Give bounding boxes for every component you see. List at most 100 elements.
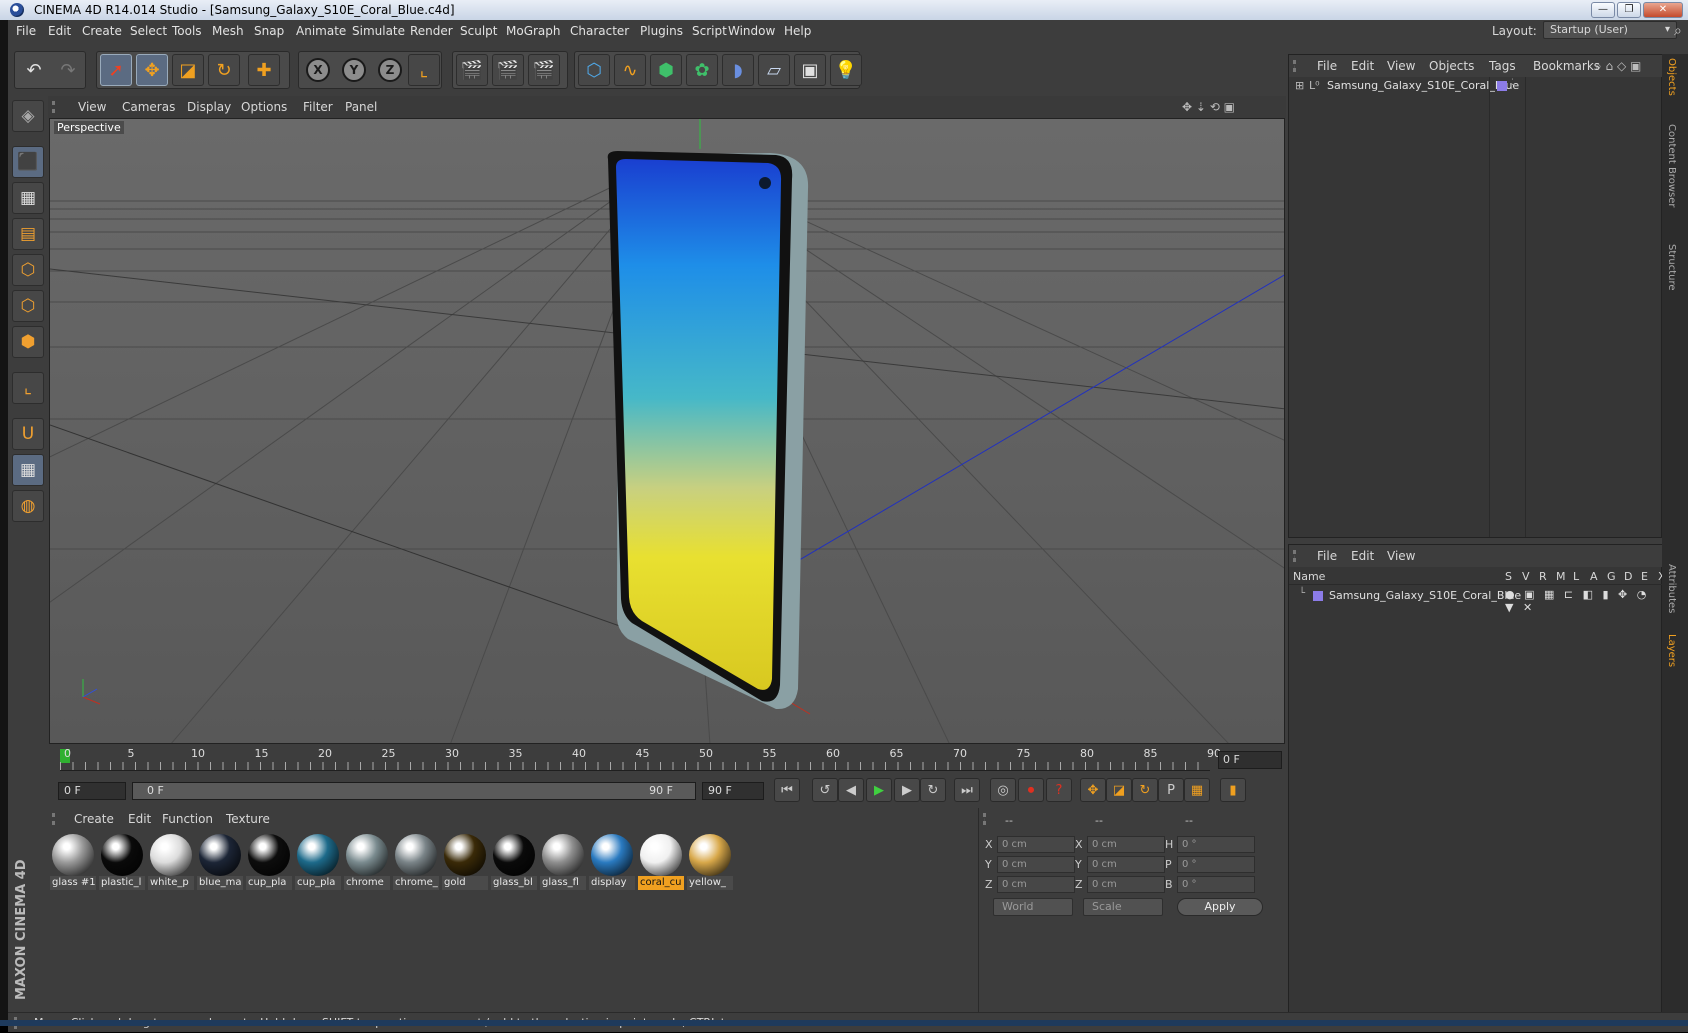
start-frame-field[interactable]: 0 F xyxy=(58,782,126,800)
material-swatch[interactable]: cup_pla xyxy=(246,832,292,890)
material-swatch[interactable]: display xyxy=(589,832,635,890)
object-name[interactable]: Samsung_Galaxy_S10E_Coral_Blue xyxy=(1327,79,1519,92)
next-frame-icon[interactable]: ▶ xyxy=(894,778,920,802)
floor-icon[interactable]: ▱ xyxy=(758,54,790,86)
layer-column-header[interactable]: R xyxy=(1539,570,1547,583)
material-swatch[interactable]: glass_bl xyxy=(491,832,537,890)
menu-window[interactable]: Window xyxy=(728,24,775,38)
coord-value-field[interactable]: 0 cm xyxy=(997,856,1075,873)
side-tab-content-browser[interactable]: Content Browser xyxy=(1666,124,1677,207)
obj-search-icons[interactable]: ⌕ ⌂ ◇ ▣ xyxy=(1595,59,1641,74)
material-swatch[interactable]: coral_cu xyxy=(638,832,684,890)
layer-row[interactable]: └ Samsung_Galaxy_S10E_Coral_Blue ● ▣ ▦ ⊏… xyxy=(1289,587,1663,614)
layer-column-header[interactable]: D xyxy=(1624,570,1632,583)
timeline[interactable]: 0 5 10 15 20 25 30 35 40 45 50 55 60 65 70 75 80 85 90 0 F xyxy=(48,745,1286,775)
menu-create[interactable]: Create xyxy=(82,24,122,38)
material-menu-create[interactable]: Create xyxy=(74,812,114,826)
viewport-navigate-icons[interactable]: ✥ ⇣ ⟲ ▣ xyxy=(1182,100,1235,114)
material-swatch[interactable]: chrome_ xyxy=(393,832,439,890)
rotate-tool-icon[interactable]: ↻ xyxy=(208,54,240,86)
add-tool-icon[interactable]: ✚ xyxy=(248,54,280,86)
menu-snap[interactable]: Snap xyxy=(254,24,284,38)
keyframe-selection-icon[interactable]: ? xyxy=(1046,778,1072,802)
material-menu-texture[interactable]: Texture xyxy=(226,812,270,826)
layer-menu-view[interactable]: View xyxy=(1387,549,1415,563)
menu-simulate[interactable]: Simulate xyxy=(352,24,405,38)
menu-edit[interactable]: Edit xyxy=(48,24,71,38)
apply-button[interactable]: Apply xyxy=(1177,898,1263,916)
coord-value-field[interactable]: 0 cm xyxy=(997,876,1075,893)
material-swatch[interactable]: glass #1 xyxy=(50,832,96,890)
material-swatch[interactable]: white_p xyxy=(148,832,194,890)
side-tab-attributes[interactable]: Attributes xyxy=(1666,564,1677,613)
minimize-button[interactable]: — xyxy=(1591,2,1615,18)
menu-mesh[interactable]: Mesh xyxy=(212,24,244,38)
coord-value-field[interactable]: 0 cm xyxy=(1087,876,1165,893)
play-icon[interactable]: ▶ xyxy=(866,778,892,802)
model-mode-icon[interactable]: ◈ xyxy=(12,100,44,132)
material-swatch[interactable]: chrome xyxy=(344,832,390,890)
record-keys-icon[interactable]: ◎ xyxy=(990,778,1016,802)
menu-tools[interactable]: Tools xyxy=(172,24,202,38)
auto-keying-icon[interactable]: ⏺ xyxy=(1018,778,1044,802)
side-tab-objects[interactable]: Objects xyxy=(1666,58,1677,96)
go-to-start-icon[interactable]: ⏮ xyxy=(774,778,800,802)
visibility-dots-icon[interactable]: ⁚ xyxy=(1511,78,1514,88)
menu-file[interactable]: File xyxy=(16,24,36,38)
side-tab-structure[interactable]: Structure xyxy=(1666,244,1677,291)
menu-character[interactable]: Character xyxy=(570,24,629,38)
move-tool-icon[interactable]: ✥ xyxy=(136,54,168,86)
object-row[interactable]: ⊞ L⁰ Samsung_Galaxy_S10E_Coral_Blue ⁚ xyxy=(1289,77,1663,97)
record-rotation-icon[interactable]: ↻ xyxy=(1132,778,1158,802)
spline-icon[interactable]: ∿ xyxy=(614,54,646,86)
end-frame-field[interactable]: 90 F xyxy=(702,782,764,800)
layer-toggle-icons[interactable]: ● ▣ ▦ ⊏ ◧ ▮ ✥ ◔ ▼ ✕ xyxy=(1505,588,1663,614)
points-mode-icon[interactable]: ⬡ xyxy=(12,254,44,286)
go-to-end-icon[interactable]: ⏭ xyxy=(954,778,980,802)
menu-mograph[interactable]: MoGraph xyxy=(506,24,561,38)
perspective-viewport[interactable]: Perspective xyxy=(49,118,1285,744)
axis-mode-icon[interactable]: ⌞ xyxy=(12,372,44,404)
maximize-button[interactable]: ❐ xyxy=(1617,2,1641,18)
viewport-menu-options[interactable]: Options xyxy=(241,100,287,114)
obj-menu-view[interactable]: View xyxy=(1387,59,1415,73)
obj-menu-objects[interactable]: Objects xyxy=(1429,59,1474,73)
material-swatch[interactable]: glass_fl xyxy=(540,832,586,890)
obj-menu-bookmarks[interactable]: Bookmarks xyxy=(1533,59,1600,73)
material-swatch[interactable]: blue_ma xyxy=(197,832,243,890)
coord-value-field[interactable]: 0 ° xyxy=(1177,876,1255,893)
scale-dropdown[interactable]: Scale xyxy=(1083,898,1163,916)
menu-select[interactable]: Select xyxy=(130,24,167,38)
coordinate-system-icon[interactable]: ⌞ xyxy=(408,54,440,86)
timeline-window-icon[interactable]: ▮ xyxy=(1220,778,1246,802)
texture-mode-icon[interactable]: ▦ xyxy=(12,182,44,214)
record-position-icon[interactable]: ✥ xyxy=(1080,778,1106,802)
coord-value-field[interactable]: 0 cm xyxy=(1087,836,1165,853)
layer-column-header[interactable]: V xyxy=(1522,570,1530,583)
current-frame-field[interactable]: 0 F xyxy=(1218,751,1282,769)
material-swatch[interactable]: plastic_l xyxy=(99,832,145,890)
layer-column-header[interactable]: S xyxy=(1505,570,1512,583)
menu-plugins[interactable]: Plugins xyxy=(640,24,683,38)
previous-frame-icon[interactable]: ◀ xyxy=(838,778,864,802)
light-icon[interactable]: 💡 xyxy=(830,54,862,86)
select-tool-icon[interactable]: ➚ xyxy=(100,54,132,86)
undo-icon[interactable]: ↶ xyxy=(18,54,50,86)
x-axis-lock-icon[interactable]: X xyxy=(302,54,334,86)
deformer-icon[interactable]: ◗ xyxy=(722,54,754,86)
object-mode-icon[interactable]: ⬛ xyxy=(12,146,44,178)
world-dropdown[interactable]: World xyxy=(993,898,1073,916)
soft-selection-icon[interactable]: ◍ xyxy=(12,490,44,522)
edges-mode-icon[interactable]: ⬡ xyxy=(12,290,44,322)
menu-animate[interactable]: Animate xyxy=(296,24,346,38)
layer-name[interactable]: Samsung_Galaxy_S10E_Coral_Blue xyxy=(1329,589,1521,602)
go-to-previous-key-icon[interactable]: ↺ xyxy=(812,778,838,802)
record-scale-icon[interactable]: ◪ xyxy=(1106,778,1132,802)
range-slider[interactable]: 0 F 90 F xyxy=(132,782,696,800)
redo-icon[interactable]: ↷ xyxy=(52,54,84,86)
obj-menu-tags[interactable]: Tags xyxy=(1489,59,1516,73)
scale-tool-icon[interactable]: ◪ xyxy=(172,54,204,86)
close-button[interactable]: ✕ xyxy=(1643,2,1683,18)
record-parameter-icon[interactable]: P xyxy=(1158,778,1184,802)
obj-menu-edit[interactable]: Edit xyxy=(1351,59,1374,73)
